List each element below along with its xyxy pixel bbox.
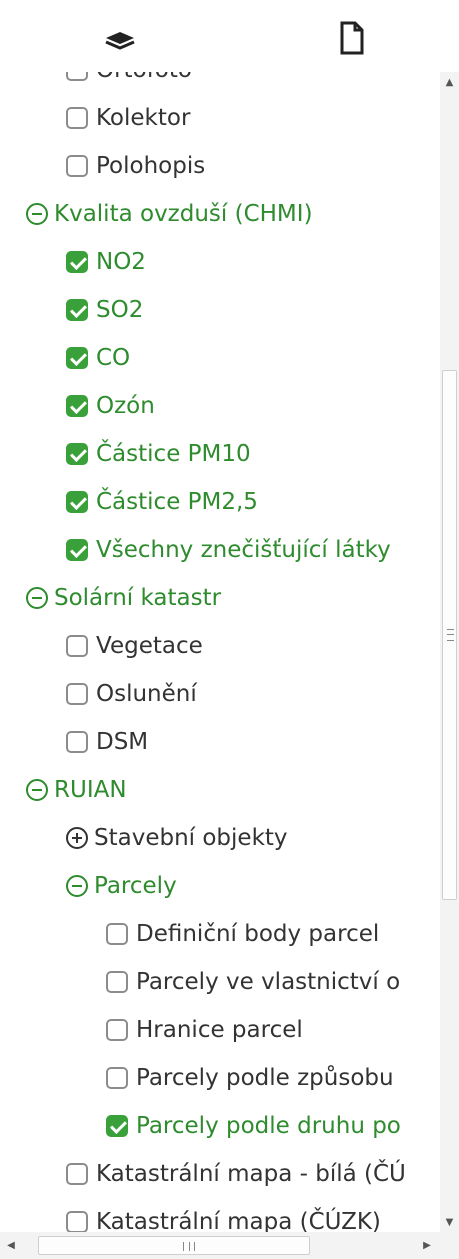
checkbox-checked[interactable] (66, 395, 88, 417)
tree-item-label: Polohopis (96, 153, 206, 179)
tree-item-definicni-body[interactable]: Definiční body parcel (106, 912, 379, 956)
horizontal-scrollbar[interactable]: ◀ ▶ (0, 1232, 440, 1259)
checkbox-checked[interactable] (66, 299, 88, 321)
tree-group-ruian[interactable]: RUIAN (26, 768, 127, 812)
scroll-down-arrow-icon[interactable]: ▼ (440, 1212, 459, 1232)
tree-item-label: Parcely podle způsobu (136, 1065, 394, 1091)
tree-item-label: Hranice parcel (136, 1017, 303, 1043)
tree-group-label: Parcely (94, 873, 177, 899)
tree-item-vegetace[interactable]: Vegetace (66, 624, 203, 668)
vertical-scroll-thumb[interactable] (442, 370, 457, 900)
checkbox[interactable] (66, 1163, 88, 1185)
tree-group-kvalita-ovzdusi[interactable]: Kvalita ovzduší (CHMI) (26, 192, 313, 236)
scroll-left-arrow-icon[interactable]: ◀ (0, 1232, 22, 1259)
tree-item-osluneni[interactable]: Oslunění (66, 672, 197, 716)
tree-item-label: Parcely ve vlastnictví o (136, 969, 401, 995)
tree-group-label: Solární katastr (54, 585, 222, 611)
grip-icon (183, 1242, 195, 1251)
tree-group-label: RUIAN (54, 777, 127, 803)
scrollbar-corner (440, 1232, 459, 1259)
checkbox[interactable] (66, 107, 88, 129)
tree-item-label: Kolektor (96, 105, 191, 131)
document-icon[interactable] (330, 18, 374, 58)
checkbox[interactable] (66, 155, 88, 177)
checkbox-checked[interactable] (66, 491, 88, 513)
layer-panel-toolbar (0, 0, 459, 72)
collapse-icon[interactable] (26, 203, 48, 225)
collapse-icon[interactable] (26, 779, 48, 801)
checkbox-checked[interactable] (66, 347, 88, 369)
scroll-up-arrow-icon[interactable]: ▲ (440, 72, 459, 92)
checkbox[interactable] (66, 731, 88, 753)
tree-item-label: Oslunění (96, 681, 197, 707)
expand-icon[interactable] (66, 827, 88, 849)
checkbox-checked[interactable] (66, 443, 88, 465)
tree-group-label: Stavební objekty (94, 825, 288, 851)
checkbox[interactable] (106, 971, 128, 993)
checkbox[interactable] (106, 1067, 128, 1089)
tree-item-katastralni-cuzk[interactable]: Katastrální mapa (ČÚZK) (66, 1200, 381, 1232)
tree-item-label: CO (96, 345, 131, 371)
tree-item-label: Katastrální mapa - bílá (ČÚ (96, 1161, 406, 1187)
tree-item-label: Všechny znečišťující látky (96, 537, 391, 563)
tree-item-label: Definiční body parcel (136, 921, 380, 947)
checkbox[interactable] (66, 683, 88, 705)
tree-item-label: Parcely podle druhu po (136, 1113, 401, 1139)
tree-item-label: Vegetace (96, 633, 203, 659)
tree-item-co[interactable]: CO (66, 336, 130, 380)
tree-item-ortofoto[interactable]: Ortofoto (66, 72, 192, 92)
tree-item-label: Částice PM10 (96, 441, 251, 467)
tree-item-so2[interactable]: SO2 (66, 288, 143, 332)
checkbox-checked[interactable] (66, 251, 88, 273)
tree-item-dsm[interactable]: DSM (66, 720, 148, 764)
checkbox-checked[interactable] (66, 539, 88, 561)
tree-item-label: DSM (96, 729, 149, 755)
tree-item-polohopis[interactable]: Polohopis (66, 144, 205, 188)
tree-item-vsechny-latky[interactable]: Všechny znečišťující látky (66, 528, 391, 572)
tree-item-label: Ortofoto (96, 72, 192, 83)
tree-item-pm10[interactable]: Částice PM10 (66, 432, 251, 476)
layer-tree-viewport: Ortofoto Kolektor Polohopis Kvalita ovzd… (0, 72, 440, 1232)
tree-item-kolektor[interactable]: Kolektor (66, 96, 190, 140)
checkbox-checked[interactable] (106, 1115, 128, 1137)
scroll-right-arrow-icon[interactable]: ▶ (416, 1232, 438, 1259)
tree-item-hranice-parcel[interactable]: Hranice parcel (106, 1008, 303, 1052)
tree-item-pm25[interactable]: Částice PM2,5 (66, 480, 258, 524)
grip-icon (447, 629, 454, 641)
tree-group-stavebni-objekty[interactable]: Stavební objekty (66, 816, 288, 860)
checkbox[interactable] (66, 635, 88, 657)
collapse-icon[interactable] (66, 875, 88, 897)
tree-item-label: Částice PM2,5 (96, 489, 258, 515)
tree-item-label: Katastrální mapa (ČÚZK) (96, 1209, 381, 1232)
checkbox[interactable] (66, 1211, 88, 1232)
vertical-scrollbar[interactable]: ▲ ▼ (440, 72, 459, 1232)
tree-item-katastralni-bila[interactable]: Katastrální mapa - bílá (ČÚ (66, 1152, 406, 1196)
tree-item-ozon[interactable]: Ozón (66, 384, 155, 428)
collapse-icon[interactable] (26, 587, 48, 609)
tree-item-parcely-zpusobu[interactable]: Parcely podle způsobu (106, 1056, 394, 1100)
tree-item-parcely-druhu[interactable]: Parcely podle druhu po (106, 1104, 401, 1148)
horizontal-scroll-thumb[interactable] (38, 1236, 310, 1255)
tree-item-label: SO2 (96, 297, 144, 323)
checkbox[interactable] (106, 1019, 128, 1041)
tree-group-label: Kvalita ovzduší (CHMI) (54, 201, 313, 227)
checkbox[interactable] (66, 72, 88, 81)
tree-group-parcely[interactable]: Parcely (66, 864, 177, 908)
checkbox[interactable] (106, 923, 128, 945)
tree-item-label: Ozón (96, 393, 155, 419)
tree-item-no2[interactable]: NO2 (66, 240, 146, 284)
tree-item-label: NO2 (96, 249, 146, 275)
tree-item-parcely-vlastnictvi[interactable]: Parcely ve vlastnictví o (106, 960, 400, 1004)
layers-icon[interactable] (98, 18, 142, 58)
tree-group-solarni-katastr[interactable]: Solární katastr (26, 576, 221, 620)
